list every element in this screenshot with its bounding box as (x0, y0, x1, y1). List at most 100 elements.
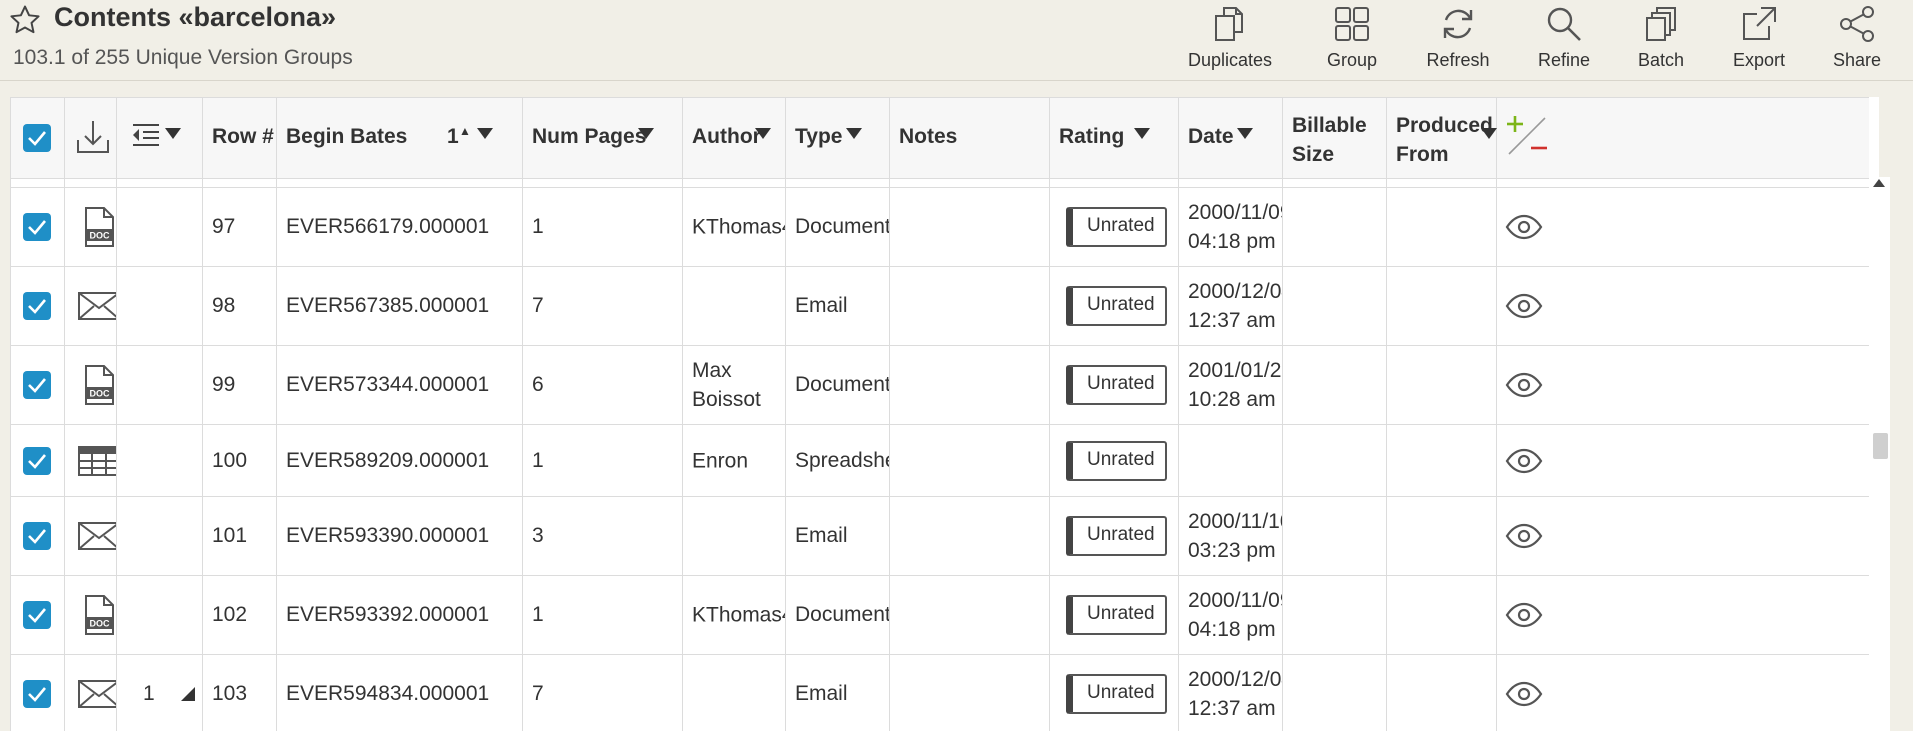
rating-badge[interactable]: Unrated (1066, 207, 1167, 247)
remnant-cell (277, 177, 523, 187)
type-column-header[interactable]: Type (786, 98, 890, 178)
view-eye-icon[interactable] (1505, 448, 1543, 474)
num-pages-cell: 7 (523, 655, 683, 731)
date-cell: 2000/12/04 12:37 am (1179, 267, 1283, 345)
refine-button[interactable]: Refine (1526, 4, 1602, 72)
thread-cell: 1 (117, 655, 203, 731)
rating-badge[interactable]: Unrated (1066, 286, 1167, 326)
author-column-header[interactable]: Author (683, 98, 786, 178)
begin-bates-dropdown-icon[interactable] (477, 128, 493, 139)
view-eye-icon[interactable] (1505, 293, 1543, 319)
row-checkbox[interactable] (23, 680, 51, 708)
produced-from-column-header[interactable]: Produced From (1387, 98, 1497, 178)
author-value: Max Boissot (692, 359, 761, 411)
begin-bates-cell: EVER589209.000001 (277, 425, 523, 496)
begin-bates-column-header[interactable]: Begin Bates 1 ▲ (277, 98, 523, 178)
row-checkbox[interactable] (23, 371, 51, 399)
type-value: Spreadsheet (795, 448, 889, 472)
batch-button[interactable]: Batch (1626, 4, 1696, 72)
email-icon (77, 672, 116, 716)
num-pages-cell: 1 (523, 425, 683, 496)
produced-from-cell (1387, 425, 1497, 496)
indent-icon (133, 124, 159, 146)
export-button[interactable]: Export (1722, 4, 1796, 72)
select-all-checkbox[interactable] (23, 124, 51, 152)
group-button[interactable]: Group (1314, 4, 1390, 72)
table-row[interactable]: DOC 97 EVER566179.000001 1 KThomas4 Document U… (11, 188, 1869, 267)
table-row[interactable]: 98 EVER567385.000001 7 Email Unrated 2000/12/… (11, 267, 1869, 346)
row-num-column-header[interactable]: Row # (203, 98, 277, 178)
begin-bates-value: EVER594834.000001 (286, 682, 490, 705)
time-value: 03:23 pm (1188, 539, 1276, 562)
table-row[interactable]: 101 EVER593390.000001 3 Email Unrated 2000/11… (11, 497, 1869, 576)
table-row[interactable]: DOC 99 EVER573344.000001 6 Max Boissot Docume… (11, 346, 1869, 425)
thread-sort-dropdown-icon[interactable] (165, 128, 181, 139)
scroll-up-arrow-icon[interactable] (1873, 179, 1885, 187)
table-row[interactable]: 100 EVER589209.000001 1 Enron Spreadsheet Unr… (11, 425, 1869, 497)
share-button[interactable]: Share (1824, 4, 1890, 72)
row-checkbox[interactable] (23, 446, 51, 475)
row-checkbox[interactable] (23, 522, 51, 550)
row-checkbox[interactable] (23, 213, 51, 241)
notes-cell (890, 497, 1050, 575)
num-pages-cell: 1 (523, 188, 683, 266)
date-dropdown-icon[interactable] (1237, 128, 1253, 139)
rating-dropdown-icon[interactable] (1134, 128, 1150, 139)
remnant-cell (1387, 177, 1497, 187)
view-eye-icon[interactable] (1505, 214, 1543, 240)
refresh-button[interactable]: Refresh (1418, 4, 1498, 72)
row-number-cell: 103 (203, 655, 277, 731)
view-cell (1497, 267, 1559, 345)
billable-size-column-header[interactable]: Billable Size (1283, 98, 1387, 178)
thread-column-header[interactable] (117, 98, 203, 178)
duplicates-button[interactable]: Duplicates (1182, 4, 1278, 72)
num-pages-dropdown-icon[interactable] (638, 128, 654, 139)
table-row[interactable]: DOC 102 EVER593392.000001 1 KThomas4 Document… (11, 576, 1869, 655)
view-eye-icon[interactable] (1505, 602, 1543, 628)
vertical-scrollbar[interactable] (1870, 177, 1890, 731)
thread-expand-icon[interactable] (181, 687, 195, 701)
rating-badge[interactable]: Unrated (1066, 365, 1167, 405)
author-dropdown-icon[interactable] (755, 128, 771, 139)
date-column-header[interactable]: Date (1179, 98, 1283, 178)
begin-bates-cell: EVER573344.000001 (277, 346, 523, 424)
produced-from-cell (1387, 576, 1497, 654)
num-pages-column-header[interactable]: Num Pages (523, 98, 683, 178)
time-value: 04:18 pm (1188, 230, 1276, 253)
type-value: Document (795, 215, 890, 238)
rating-column-header[interactable]: Rating (1050, 98, 1179, 178)
produced-from-cell (1387, 346, 1497, 424)
rating-cell: Unrated (1050, 267, 1179, 345)
doc-file-icon: DOC (77, 363, 116, 407)
table-row[interactable]: 1 103 EVER594834.000001 7 Email Unrated 2000/1… (11, 655, 1869, 731)
rating-badge[interactable]: Unrated (1066, 674, 1167, 714)
rating-badge[interactable]: Unrated (1066, 595, 1167, 635)
download-icon[interactable] (74, 118, 112, 156)
view-eye-icon[interactable] (1505, 372, 1543, 398)
doc-file-icon: DOC (77, 205, 116, 249)
remnant-cell (786, 177, 890, 187)
rating-badge[interactable]: Unrated (1066, 516, 1167, 556)
author-cell: KThomas4 (683, 188, 786, 266)
page-title: Contents «barcelona» (54, 2, 337, 32)
row-checkbox[interactable] (23, 292, 51, 320)
num-pages-header-label: Num Pages (532, 125, 647, 148)
rating-cell: Unrated (1050, 346, 1179, 424)
scrollbar-thumb[interactable] (1873, 433, 1888, 459)
export-icon (1743, 7, 1776, 40)
type-dropdown-icon[interactable] (846, 128, 862, 139)
view-eye-icon[interactable] (1505, 681, 1543, 707)
add-remove-columns[interactable] (1497, 98, 1559, 178)
billable-size-cell (1283, 346, 1387, 424)
select-cell (11, 346, 65, 424)
view-eye-icon[interactable] (1505, 523, 1543, 549)
favorite-star-icon[interactable] (8, 3, 42, 37)
spreadsheet-icon (77, 439, 116, 483)
row-checkbox[interactable] (23, 601, 51, 629)
notes-cell (890, 188, 1050, 266)
row-number-cell: 98 (203, 267, 277, 345)
date-header-label: Date (1188, 125, 1234, 148)
rating-badge[interactable]: Unrated (1066, 440, 1167, 481)
notes-column-header[interactable]: Notes (890, 98, 1050, 178)
produced-from-dropdown-icon[interactable] (1481, 128, 1497, 139)
